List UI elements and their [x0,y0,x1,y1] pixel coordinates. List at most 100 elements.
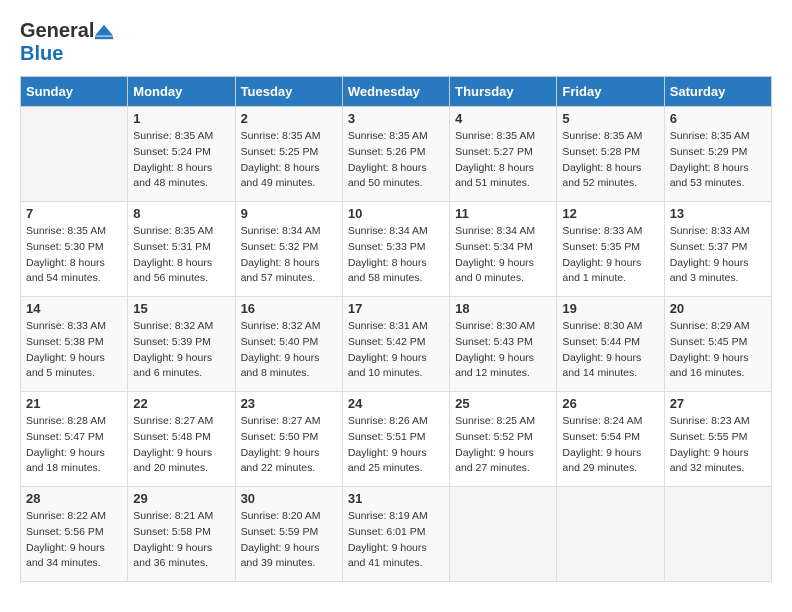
day-number: 25 [455,396,551,411]
day-info: Sunrise: 8:26 AMSunset: 5:51 PMDaylight:… [348,414,444,477]
day-info: Sunrise: 8:28 AMSunset: 5:47 PMDaylight:… [26,414,122,477]
header: General Blue [20,20,772,66]
calendar-cell: 27 Sunrise: 8:23 AMSunset: 5:55 PMDayligh… [664,392,771,487]
day-info: Sunrise: 8:35 AMSunset: 5:29 PMDaylight:… [670,129,766,192]
header-day-thursday: Thursday [450,77,557,107]
day-number: 20 [670,301,766,316]
calendar-cell: 5 Sunrise: 8:35 AMSunset: 5:28 PMDaylight… [557,107,664,202]
calendar-cell: 10 Sunrise: 8:34 AMSunset: 5:33 PMDayligh… [342,202,449,297]
day-number: 24 [348,396,444,411]
calendar-cell: 25Sunrise: 8:25 AMSunset: 5:52 PMDayligh… [450,392,557,487]
calendar-cell [450,487,557,582]
calendar-cell: 17 Sunrise: 8:31 AMSunset: 5:42 PMDayligh… [342,297,449,392]
day-number: 8 [133,206,229,221]
day-info: Sunrise: 8:31 AMSunset: 5:42 PMDaylight:… [348,319,444,382]
week-row-3: 21 Sunrise: 8:28 AMSunset: 5:47 PMDayligh… [21,392,772,487]
calendar-cell: 21 Sunrise: 8:28 AMSunset: 5:47 PMDayligh… [21,392,128,487]
calendar-cell: 15Sunrise: 8:32 AMSunset: 5:39 PMDayligh… [128,297,235,392]
day-number: 17 [348,301,444,316]
header-row: SundayMondayTuesdayWednesdayThursdayFrid… [21,77,772,107]
day-info: Sunrise: 8:35 AMSunset: 5:26 PMDaylight:… [348,129,444,192]
day-info: Sunrise: 8:35 AMSunset: 5:27 PMDaylight:… [455,129,551,192]
header-day-tuesday: Tuesday [235,77,342,107]
day-number: 27 [670,396,766,411]
calendar-cell: 28 Sunrise: 8:22 AMSunset: 5:56 PMDayligh… [21,487,128,582]
day-info: Sunrise: 8:29 AMSunset: 5:45 PMDaylight:… [670,319,766,382]
day-number: 22 [133,396,229,411]
header-day-monday: Monday [128,77,235,107]
day-number: 13 [670,206,766,221]
day-info: Sunrise: 8:34 AMSunset: 5:34 PMDaylight:… [455,224,551,287]
calendar-cell: 22 Sunrise: 8:27 AMSunset: 5:48 PMDayligh… [128,392,235,487]
calendar-cell: 14Sunrise: 8:33 AMSunset: 5:38 PMDayligh… [21,297,128,392]
day-number: 5 [562,111,658,126]
logo-general: General [20,20,94,42]
calendar-cell: 3 Sunrise: 8:35 AMSunset: 5:26 PMDaylight… [342,107,449,202]
day-number: 23 [241,396,337,411]
day-number: 12 [562,206,658,221]
calendar-cell: 7Sunrise: 8:35 AMSunset: 5:30 PMDaylight… [21,202,128,297]
day-info: Sunrise: 8:35 AMSunset: 5:31 PMDaylight:… [133,224,229,287]
day-info: Sunrise: 8:20 AMSunset: 5:59 PMDaylight:… [241,509,337,572]
day-number: 15 [133,301,229,316]
day-info: Sunrise: 8:35 AMSunset: 5:25 PMDaylight:… [241,129,337,192]
day-number: 21 [26,396,122,411]
logo-arrow-icon [95,23,113,41]
day-info: Sunrise: 8:30 AMSunset: 5:43 PMDaylight:… [455,319,551,382]
calendar-cell: 2 Sunrise: 8:35 AMSunset: 5:25 PMDaylight… [235,107,342,202]
calendar-table: SundayMondayTuesdayWednesdayThursdayFrid… [20,76,772,582]
day-number: 6 [670,111,766,126]
day-number: 31 [348,491,444,506]
calendar-cell: 23 Sunrise: 8:27 AMSunset: 5:50 PMDayligh… [235,392,342,487]
day-number: 16 [241,301,337,316]
calendar-cell: 29Sunrise: 8:21 AMSunset: 5:58 PMDayligh… [128,487,235,582]
day-number: 4 [455,111,551,126]
day-info: Sunrise: 8:23 AMSunset: 5:55 PMDaylight:… [670,414,766,477]
day-number: 2 [241,111,337,126]
day-number: 11 [455,206,551,221]
calendar-cell: 30 Sunrise: 8:20 AMSunset: 5:59 PMDayligh… [235,487,342,582]
calendar-cell: 24 Sunrise: 8:26 AMSunset: 5:51 PMDayligh… [342,392,449,487]
week-row-0: 1 Sunrise: 8:35 AMSunset: 5:24 PMDaylight… [21,107,772,202]
calendar-cell: 26Sunrise: 8:24 AMSunset: 5:54 PMDayligh… [557,392,664,487]
calendar-cell: 4 Sunrise: 8:35 AMSunset: 5:27 PMDaylight… [450,107,557,202]
calendar-cell: 18 Sunrise: 8:30 AMSunset: 5:43 PMDayligh… [450,297,557,392]
logo-blue: Blue [20,43,63,65]
day-number: 10 [348,206,444,221]
day-number: 18 [455,301,551,316]
day-info: Sunrise: 8:35 AMSunset: 5:28 PMDaylight:… [562,129,658,192]
week-row-4: 28 Sunrise: 8:22 AMSunset: 5:56 PMDayligh… [21,487,772,582]
day-info: Sunrise: 8:34 AMSunset: 5:32 PMDaylight:… [241,224,337,287]
day-info: Sunrise: 8:27 AMSunset: 5:48 PMDaylight:… [133,414,229,477]
calendar-cell: 11 Sunrise: 8:34 AMSunset: 5:34 PMDayligh… [450,202,557,297]
day-number: 9 [241,206,337,221]
calendar-cell: 16 Sunrise: 8:32 AMSunset: 5:40 PMDayligh… [235,297,342,392]
week-row-2: 14Sunrise: 8:33 AMSunset: 5:38 PMDayligh… [21,297,772,392]
calendar-cell: 20 Sunrise: 8:29 AMSunset: 5:45 PMDayligh… [664,297,771,392]
calendar-cell: 31Sunrise: 8:19 AMSunset: 6:01 PMDayligh… [342,487,449,582]
day-number: 28 [26,491,122,506]
day-number: 3 [348,111,444,126]
day-number: 30 [241,491,337,506]
calendar-cell: 19Sunrise: 8:30 AMSunset: 5:44 PMDayligh… [557,297,664,392]
header-day-saturday: Saturday [664,77,771,107]
calendar-cell [21,107,128,202]
calendar-cell: 9 Sunrise: 8:34 AMSunset: 5:32 PMDaylight… [235,202,342,297]
calendar-cell: 8 Sunrise: 8:35 AMSunset: 5:31 PMDaylight… [128,202,235,297]
day-info: Sunrise: 8:32 AMSunset: 5:40 PMDaylight:… [241,319,337,382]
day-info: Sunrise: 8:22 AMSunset: 5:56 PMDaylight:… [26,509,122,572]
calendar-cell: 12 Sunrise: 8:33 AMSunset: 5:35 PMDayligh… [557,202,664,297]
day-number: 1 [133,111,229,126]
logo: General Blue [20,20,113,66]
day-info: Sunrise: 8:34 AMSunset: 5:33 PMDaylight:… [348,224,444,287]
day-info: Sunrise: 8:33 AMSunset: 5:35 PMDaylight:… [562,224,658,287]
calendar-header: SundayMondayTuesdayWednesdayThursdayFrid… [21,77,772,107]
day-number: 14 [26,301,122,316]
day-info: Sunrise: 8:35 AMSunset: 5:24 PMDaylight:… [133,129,229,192]
day-info: Sunrise: 8:24 AMSunset: 5:54 PMDaylight:… [562,414,658,477]
day-number: 29 [133,491,229,506]
calendar-cell [664,487,771,582]
day-info: Sunrise: 8:27 AMSunset: 5:50 PMDaylight:… [241,414,337,477]
day-number: 7 [26,206,122,221]
logo-wrapper: General Blue [20,20,113,66]
